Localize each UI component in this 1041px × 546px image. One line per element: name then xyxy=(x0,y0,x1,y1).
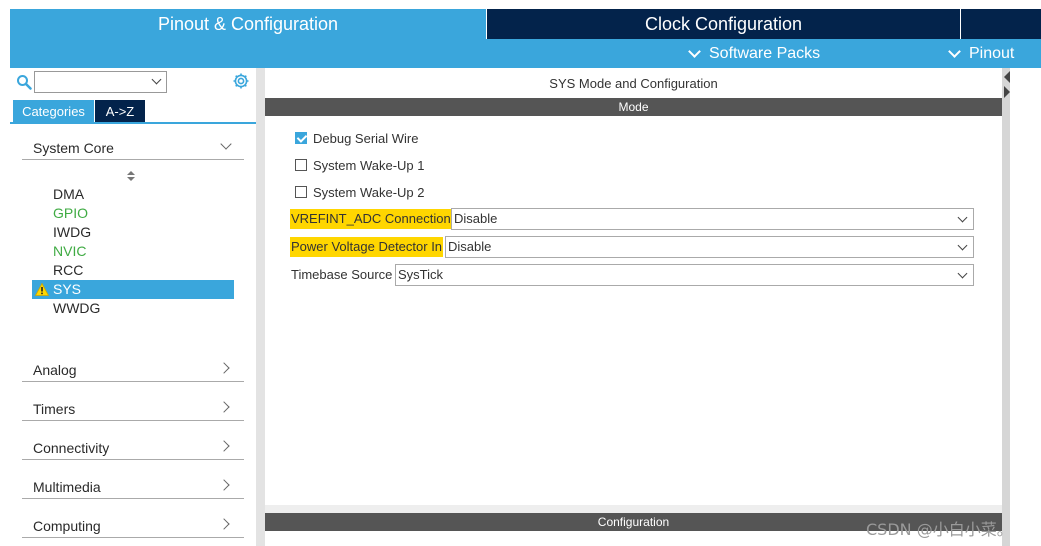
search-icon[interactable] xyxy=(16,74,32,90)
tab-clock-configuration[interactable]: Clock Configuration xyxy=(486,9,960,39)
panel-title: SYS Mode and Configuration xyxy=(265,68,1002,98)
sys-configuration-panel: SYS Mode and Configuration Mode Debug Se… xyxy=(265,68,1002,546)
chevron-down-icon xyxy=(151,74,162,85)
peripheral-item-label: RCC xyxy=(53,262,84,278)
peripheral-item-label: GPIO xyxy=(53,205,89,221)
timebase-source-select[interactable]: SysTick xyxy=(395,264,974,286)
chevron-down-icon xyxy=(957,212,968,223)
category-system-core[interactable]: System Core xyxy=(22,137,244,160)
tab-alphabetical[interactable]: A->Z xyxy=(95,100,145,122)
chevron-down-icon xyxy=(957,240,968,251)
tab-pinout-configuration-label: Pinout & Configuration xyxy=(157,13,339,34)
peripheral-item-iwdg[interactable]: IWDG xyxy=(32,223,234,242)
mode-section-header[interactable]: Mode xyxy=(265,98,1002,116)
timebase-source-label: Timebase Source xyxy=(291,267,393,282)
pinout-menu-label: Pinout xyxy=(969,44,1015,62)
mode-section-header-label: Mode xyxy=(618,100,649,114)
category-computing[interactable]: Computing xyxy=(22,515,244,538)
peripheral-item-label: IWDG xyxy=(53,224,92,240)
tab-clock-configuration-label: Clock Configuration xyxy=(644,13,803,34)
select-value: Disable xyxy=(454,211,498,226)
checkbox-system-wakeup-2[interactable]: System Wake-Up 2 xyxy=(295,183,425,201)
peripheral-item-sys[interactable]: SYS xyxy=(32,280,234,299)
panel-splitter[interactable] xyxy=(256,68,265,546)
chevron-right-icon xyxy=(218,440,230,452)
main-tab-bar: Pinout & Configuration Clock Configurati… xyxy=(10,9,1041,39)
chevron-down-icon xyxy=(948,44,961,58)
checkbox-system-wakeup-1[interactable]: System Wake-Up 1 xyxy=(295,156,425,174)
checkbox-unchecked[interactable] xyxy=(295,159,307,171)
search-combobox[interactable] xyxy=(34,71,167,93)
sort-icon[interactable] xyxy=(126,169,136,183)
category-timers[interactable]: Timers xyxy=(22,398,244,421)
watermark: CSDN @小白小菜。 xyxy=(866,520,1013,539)
checkbox-checked[interactable] xyxy=(295,132,307,144)
peripheral-item-label: WWDG xyxy=(53,300,101,316)
collapse-arrows-icon[interactable] xyxy=(1003,70,1010,100)
tab-pinout-configuration[interactable]: Pinout & Configuration xyxy=(10,9,486,39)
chevron-right-icon xyxy=(218,362,230,374)
peripheral-item-rcc[interactable]: RCC xyxy=(32,261,234,280)
checkbox-label: System Wake-Up 2 xyxy=(313,184,425,200)
view-mode-tabs: Categories A->Z xyxy=(13,100,145,122)
category-multimedia-label: Multimedia xyxy=(33,479,101,495)
category-timers-label: Timers xyxy=(33,401,76,417)
warning-icon xyxy=(35,283,49,296)
peripheral-item-dma[interactable]: DMA xyxy=(32,185,234,204)
category-analog-label: Analog xyxy=(33,362,77,378)
pinout-menu[interactable]: Pinout xyxy=(948,39,1015,68)
peripheral-item-label: DMA xyxy=(53,186,85,202)
category-analog[interactable]: Analog xyxy=(22,359,244,382)
category-computing-label: Computing xyxy=(33,518,101,534)
chevron-right-icon xyxy=(218,518,230,530)
software-packs-menu[interactable]: Software Packs xyxy=(688,39,821,68)
peripheral-item-wwdg[interactable]: WWDG xyxy=(32,299,234,318)
chevron-down-icon xyxy=(957,268,968,279)
category-connectivity[interactable]: Connectivity xyxy=(22,437,244,460)
vrefint-adc-connection-label: VREFINT_ADC Connection xyxy=(290,209,452,229)
select-value: Disable xyxy=(448,239,492,254)
checkbox-debug-serial-wire[interactable]: Debug Serial Wire xyxy=(295,129,419,147)
peripheral-item-gpio[interactable]: GPIO xyxy=(32,204,234,223)
tab-project-manager[interactable] xyxy=(960,9,1041,39)
tab-categories[interactable]: Categories xyxy=(13,100,95,122)
checkbox-unchecked[interactable] xyxy=(295,186,307,198)
tab-underline xyxy=(10,122,256,124)
tab-categories-label: Categories xyxy=(22,103,85,119)
sub-menu-bar: Software Packs Pinout xyxy=(10,39,1041,68)
category-connectivity-label: Connectivity xyxy=(33,440,110,456)
category-system-core-label: System Core xyxy=(33,140,114,156)
categories-panel: Categories A->Z System Core DMA GPIO IWD… xyxy=(10,68,256,546)
tab-alphabetical-label: A->Z xyxy=(105,103,135,119)
gear-icon[interactable] xyxy=(232,72,250,90)
chevron-right-icon xyxy=(218,401,230,413)
mode-section-body: Debug Serial Wire System Wake-Up 1 Syste… xyxy=(265,116,1002,505)
peripheral-list: DMA GPIO IWDG NVIC RCC SYS WWDG xyxy=(32,185,234,318)
panel-title-text: SYS Mode and Configuration xyxy=(549,75,718,91)
checkbox-label: Debug Serial Wire xyxy=(313,130,419,146)
category-multimedia[interactable]: Multimedia xyxy=(22,476,244,499)
chevron-down-icon xyxy=(688,44,701,58)
power-voltage-detector-label: Power Voltage Detector In xyxy=(290,237,444,257)
chevron-right-icon xyxy=(218,479,230,491)
power-voltage-detector-select[interactable]: Disable xyxy=(445,236,974,258)
peripheral-item-label: NVIC xyxy=(53,243,87,259)
chevron-down-icon xyxy=(220,138,232,150)
select-value: SysTick xyxy=(398,267,444,282)
vrefint-adc-connection-select[interactable]: Disable xyxy=(451,208,974,230)
checkbox-label: System Wake-Up 1 xyxy=(313,157,425,173)
configuration-section-header-label: Configuration xyxy=(597,515,670,529)
software-packs-label: Software Packs xyxy=(709,44,821,62)
right-collapse-strip[interactable] xyxy=(1002,68,1010,546)
peripheral-item-label: SYS xyxy=(53,281,82,297)
peripheral-item-nvic[interactable]: NVIC xyxy=(32,242,234,261)
